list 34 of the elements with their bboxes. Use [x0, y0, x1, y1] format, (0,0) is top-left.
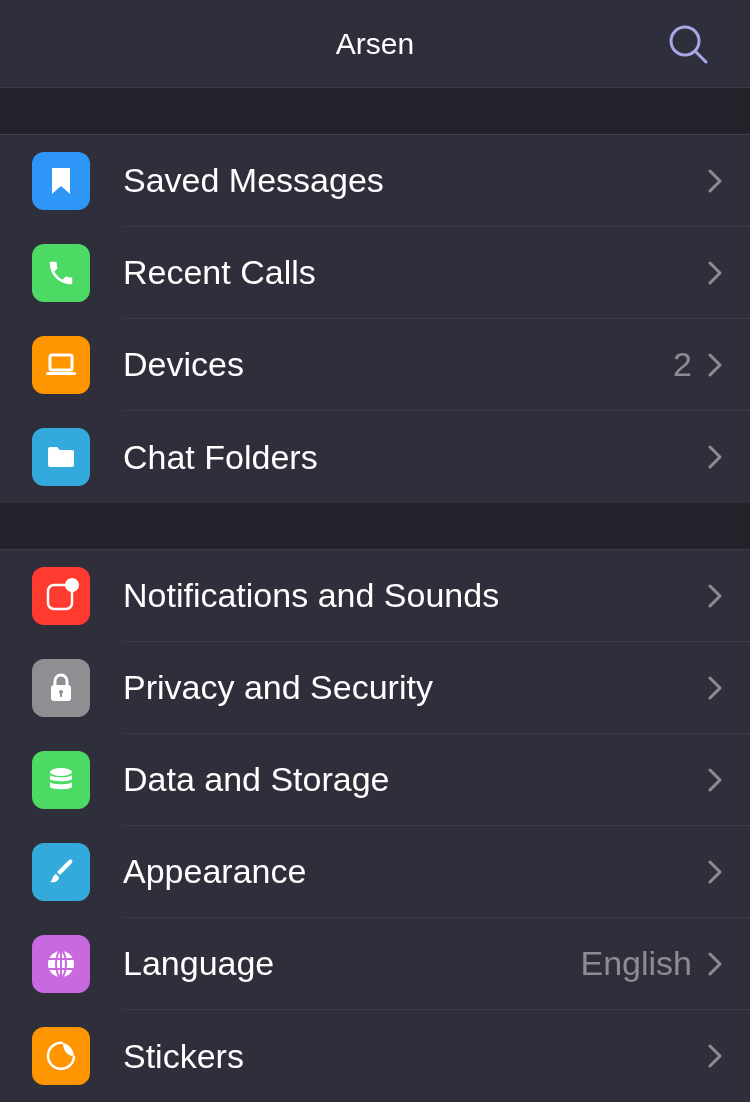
row-label: Language: [123, 943, 276, 984]
chevron-icon: [708, 445, 722, 469]
chevron-icon: [708, 859, 722, 884]
settings-row[interactable]: Devices 2: [0, 319, 750, 411]
settings-row[interactable]: Stickers: [0, 1010, 750, 1102]
settings-row[interactable]: Data and Storage: [0, 734, 750, 826]
settings-row[interactable]: Privacy and Security: [0, 642, 750, 734]
chevron-icon: [708, 260, 722, 285]
search-icon[interactable]: [668, 24, 710, 66]
row-label: Recent Calls: [123, 252, 317, 293]
chevron-icon: [708, 352, 722, 377]
chevron-icon: [708, 1044, 722, 1068]
row-label: Chat Folders: [123, 436, 319, 478]
row-label: Stickers: [123, 1035, 245, 1077]
row-label: Notifications and Sounds: [123, 575, 501, 616]
chevron-icon: [708, 767, 722, 792]
settings-row[interactable]: Recent Calls: [0, 227, 750, 319]
row-label: Saved Messages: [123, 160, 385, 201]
chevron-icon: [708, 951, 722, 976]
row-label: Privacy and Security: [123, 667, 434, 708]
chevron-icon: [708, 675, 722, 700]
row-label: Data and Storage: [123, 759, 391, 800]
settings-row[interactable]: Chat Folders: [0, 411, 750, 503]
row-label: Devices: [123, 344, 245, 385]
chevron-icon: [708, 168, 722, 193]
settings-row[interactable]: Appearance: [0, 826, 750, 918]
header-title: Arsen: [335, 26, 415, 62]
row-value: English: [580, 943, 692, 984]
row-label: Appearance: [123, 851, 308, 892]
chevron-icon: [708, 583, 722, 608]
settings-row[interactable]: Notifications and Sounds: [0, 550, 750, 642]
settings-row[interactable]: Language English: [0, 918, 750, 1010]
settings-row[interactable]: Saved Messages: [0, 135, 750, 227]
row-value: 2: [673, 344, 692, 385]
